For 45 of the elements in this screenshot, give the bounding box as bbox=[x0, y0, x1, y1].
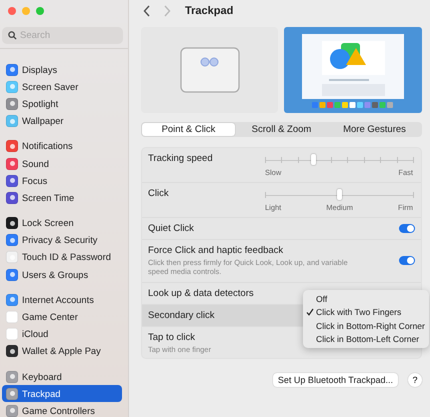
toggle-switch[interactable] bbox=[399, 256, 415, 266]
sidebar-item[interactable]: Focus bbox=[2, 172, 122, 190]
zoom-button[interactable] bbox=[36, 7, 44, 15]
toggle-switch[interactable] bbox=[399, 224, 415, 233]
setting-label: Secondary click bbox=[148, 310, 215, 321]
sidebar-item[interactable]: Sound bbox=[2, 154, 122, 172]
sidebar-item[interactable]: Wallet & Apple Pay bbox=[2, 342, 122, 360]
sidebar-item[interactable]: Trackpad bbox=[2, 385, 122, 402]
setting-label: Quiet Click bbox=[148, 223, 194, 234]
tab[interactable]: Point & Click bbox=[142, 123, 235, 136]
sidebar-item[interactable]: Screen Saver bbox=[2, 78, 122, 96]
sidebar-item[interactable]: iCloud bbox=[2, 326, 122, 343]
sidebar-item[interactable]: Users & Groups bbox=[2, 266, 122, 284]
sidebar-item[interactable]: Notifications bbox=[2, 138, 122, 155]
sidebar-item[interactable]: Spotlight bbox=[2, 95, 122, 113]
sidebar-item[interactable]: Game Center bbox=[2, 308, 122, 326]
sidebar-item[interactable]: Internet Accounts bbox=[2, 291, 122, 308]
sidebar-item[interactable]: Touch ID & Password bbox=[2, 248, 122, 266]
window-title: Trackpad bbox=[185, 5, 234, 17]
sidebar-item[interactable]: Screen Time bbox=[2, 189, 122, 206]
tab[interactable]: Scroll & Zoom bbox=[235, 123, 328, 136]
minimize-button[interactable] bbox=[22, 7, 30, 15]
sidebar-item[interactable]: Wallpaper bbox=[2, 112, 122, 130]
search-icon bbox=[8, 31, 17, 40]
slider-thumb[interactable] bbox=[336, 189, 342, 200]
setting-label: Tap to click bbox=[148, 332, 195, 343]
trackpad-icon bbox=[180, 47, 240, 93]
setting-label: Tracking speed bbox=[148, 153, 213, 164]
sidebar-item[interactable]: Lock Screen bbox=[2, 214, 122, 232]
checkmark-icon bbox=[306, 308, 314, 316]
slider-thumb[interactable] bbox=[311, 154, 316, 165]
settings-row[interactable]: Quiet Click bbox=[142, 217, 421, 239]
setting-label: Look up & data detectors bbox=[148, 288, 254, 299]
sidebar-item[interactable]: Privacy & Security bbox=[2, 232, 122, 249]
setting-label: Click bbox=[148, 188, 169, 199]
setting-label: Force Click and haptic feedback bbox=[148, 245, 284, 256]
forward-icon[interactable] bbox=[163, 5, 171, 17]
back-icon[interactable] bbox=[143, 5, 151, 17]
sidebar-item[interactable]: Displays bbox=[2, 61, 122, 78]
sidebar-item[interactable]: Game Controllers bbox=[2, 402, 122, 417]
close-button[interactable] bbox=[8, 7, 16, 15]
tab[interactable]: More Gestures bbox=[328, 123, 421, 136]
help-button[interactable]: ? bbox=[408, 373, 422, 388]
sidebar-item[interactable]: Keyboard bbox=[2, 368, 122, 386]
setup-bluetooth-button[interactable]: Set Up Bluetooth Trackpad... bbox=[272, 373, 398, 388]
